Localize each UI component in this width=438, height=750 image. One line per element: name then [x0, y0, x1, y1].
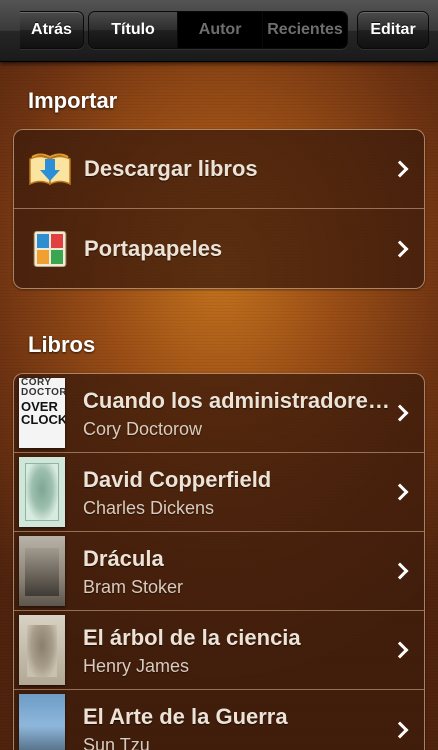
cover-author-text: CORY DOCTOROW — [21, 378, 65, 398]
chevron-right-icon — [391, 240, 409, 257]
back-button-label: Atrás — [31, 21, 72, 38]
navigation-bar: Atrás Título Autor Recientes Editar — [0, 0, 438, 62]
chevron-right-icon — [391, 721, 409, 738]
segment-author[interactable]: Autor — [177, 12, 263, 48]
book-title: Drácula — [83, 546, 164, 571]
chevron-right-icon — [391, 562, 409, 580]
back-button[interactable]: Atrás — [0, 10, 86, 49]
import-row-download[interactable]: Descargar libros — [14, 130, 424, 209]
book-author: Sun Tzu — [83, 735, 150, 750]
import-group: Descargar libros Portapapeles — [13, 129, 425, 289]
book-row[interactable]: El Arte de la Guerra Sun Tzu — [14, 690, 424, 750]
book-cover — [19, 615, 65, 685]
segment-title[interactable]: Título — [89, 12, 178, 48]
books-section-title: Libros — [28, 332, 96, 357]
book-cover — [19, 536, 65, 606]
book-title: David Copperfield — [83, 467, 272, 492]
chevron-right-icon — [391, 160, 409, 178]
book-cover — [19, 694, 65, 750]
book-author: Henry James — [83, 656, 190, 676]
chevron-right-icon — [391, 483, 409, 501]
chevron-right-icon — [391, 641, 409, 659]
download-books-label: Descargar libros — [84, 156, 258, 181]
clipboard-label: Portapapeles — [84, 235, 223, 261]
cover-title-text: OVER CLOCKED — [21, 399, 65, 427]
book-row[interactable]: David Copperfield Charles Dickens — [14, 453, 424, 532]
back-button-body[interactable]: Atrás — [20, 11, 84, 49]
book-row[interactable]: CORY DOCTOROW OVER CLOCKED Cuando los ad… — [14, 374, 424, 453]
book-author: Charles Dickens — [83, 498, 215, 518]
book-cover: CORY DOCTOROW OVER CLOCKED — [19, 378, 65, 448]
download-book-icon — [29, 153, 71, 186]
book-row[interactable]: Drácula Bram Stoker — [14, 532, 424, 611]
chevron-right-icon — [391, 404, 409, 422]
edit-button[interactable]: Editar — [357, 11, 429, 49]
book-title: El Arte de la Guerra — [83, 704, 288, 729]
book-cover — [19, 457, 65, 527]
book-author: Cory Doctorow — [83, 419, 203, 439]
book-title: Cuando los administradores gobiernan la … — [83, 388, 393, 413]
segment-recent[interactable]: Recientes — [262, 12, 347, 48]
book-title: El árbol de la ciencia — [83, 625, 301, 650]
books-list: CORY DOCTOROW OVER CLOCKED Cuando los ad… — [13, 373, 425, 750]
import-section-title: Importar — [28, 88, 118, 113]
sort-segmented-control[interactable]: Título Autor Recientes — [88, 11, 348, 49]
book-author: Bram Stoker — [83, 577, 184, 597]
import-row-clipboard[interactable]: Portapapeles — [14, 209, 424, 288]
book-row[interactable]: El árbol de la ciencia Henry James — [14, 611, 424, 690]
clipboard-icon — [33, 230, 67, 267]
